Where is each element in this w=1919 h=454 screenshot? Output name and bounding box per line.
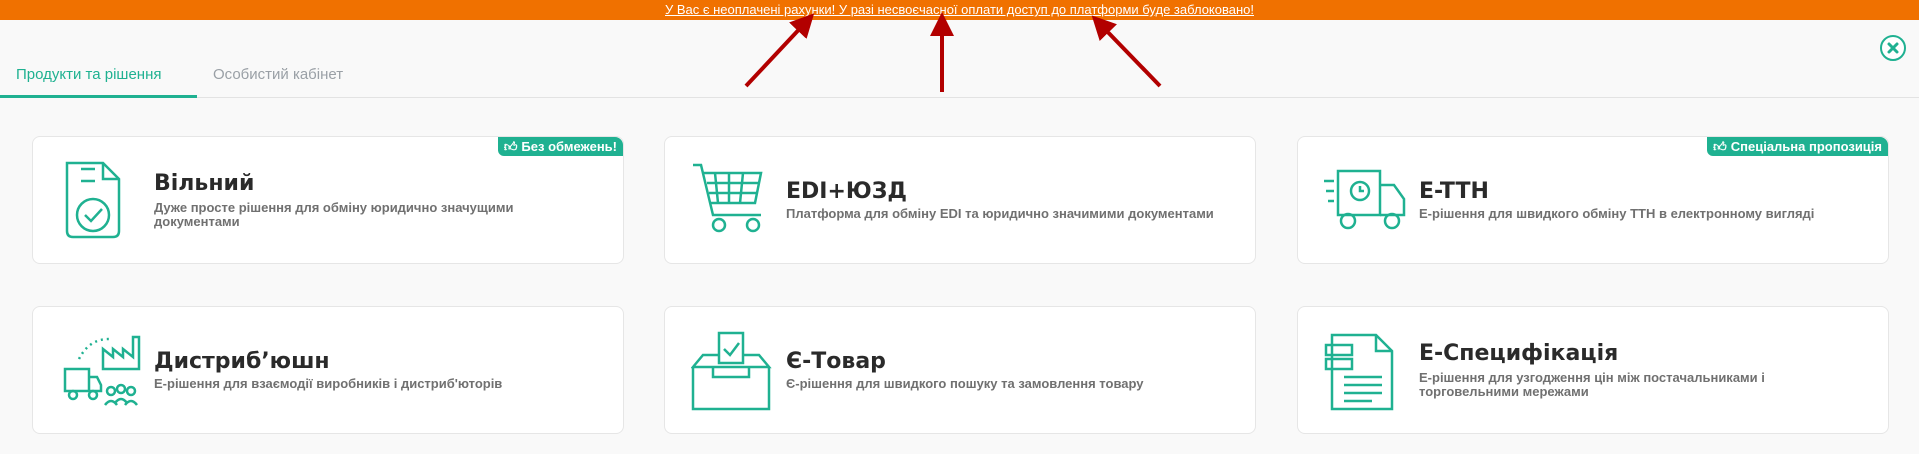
close-icon xyxy=(1887,42,1899,54)
unpaid-invoices-banner: У Вас є неоплачені рахунки! У разі несво… xyxy=(0,0,1919,20)
card-title: Вільний xyxy=(154,171,255,196)
badge-label: Без обмежень! xyxy=(521,139,617,154)
card-title: E-TTH xyxy=(1419,179,1489,204)
shopping-cart-icon xyxy=(693,163,763,233)
product-card-distribution[interactable]: Дистриб’юшн Е-рішення для взаємодії виро… xyxy=(32,306,624,434)
tab-products[interactable]: Продукти та рішення xyxy=(0,56,197,98)
tab-personal-cabinet[interactable]: Особистий кабінет xyxy=(213,56,343,98)
product-card-e-specification[interactable]: Е-Специфікація Е-рішення для узгодження … xyxy=(1297,306,1889,434)
card-description: Є-рішення для швидкого пошуку та замовле… xyxy=(786,376,1144,391)
thumbs-up-icon: 👍︎ xyxy=(1713,139,1727,154)
card-title: Дистриб’юшн xyxy=(154,349,330,374)
factory-distribution-icon xyxy=(63,335,141,406)
badge-label: Спеціальна пропозиція xyxy=(1730,139,1882,154)
card-description: Е-рішення для швидкого обміну ТТН в елек… xyxy=(1419,206,1815,221)
unpaid-invoices-link[interactable]: У Вас є неоплачені рахунки! У разі несво… xyxy=(665,2,1254,17)
product-card-ettn[interactable]: 👍︎ Спеціальна пропозиція E-TTH Е-рішення … xyxy=(1297,136,1889,264)
card-description: Е-рішення для узгодження цін між постача… xyxy=(1419,370,1765,399)
badge-no-limits: 👍︎ Без обмежень! xyxy=(497,137,623,156)
card-description: Платформа для обміну EDI та юридично зна… xyxy=(786,206,1214,221)
tab-bar: Продукти та рішення Особистий кабінет xyxy=(0,56,1919,98)
product-card-ye-tovar[interactable]: Є-Товар Є-рішення для швидкого пошуку та… xyxy=(664,306,1256,434)
card-description: Дуже просте рішення для обміну юридично … xyxy=(154,200,514,229)
card-description: Е-рішення для взаємодії виробників і дис… xyxy=(154,376,503,391)
badge-special-offer: 👍︎ Спеціальна пропозиція xyxy=(1707,137,1888,156)
card-title: EDI+ЮЗД xyxy=(786,179,907,204)
product-card-vilnyi[interactable]: 👍︎ Без обмежень! Вільний Дуже просте ріше… xyxy=(32,136,624,264)
specification-document-icon xyxy=(1324,333,1394,411)
card-title: Є-Товар xyxy=(786,349,886,374)
card-title: Е-Специфікація xyxy=(1419,341,1619,366)
delivery-truck-icon xyxy=(1324,169,1406,230)
document-check-icon xyxy=(65,161,121,239)
product-card-edi[interactable]: EDI+ЮЗД Платформа для обміну EDI та юрид… xyxy=(664,136,1256,264)
thumbs-up-icon: 👍︎ xyxy=(503,139,518,154)
ballot-box-icon xyxy=(691,331,772,411)
